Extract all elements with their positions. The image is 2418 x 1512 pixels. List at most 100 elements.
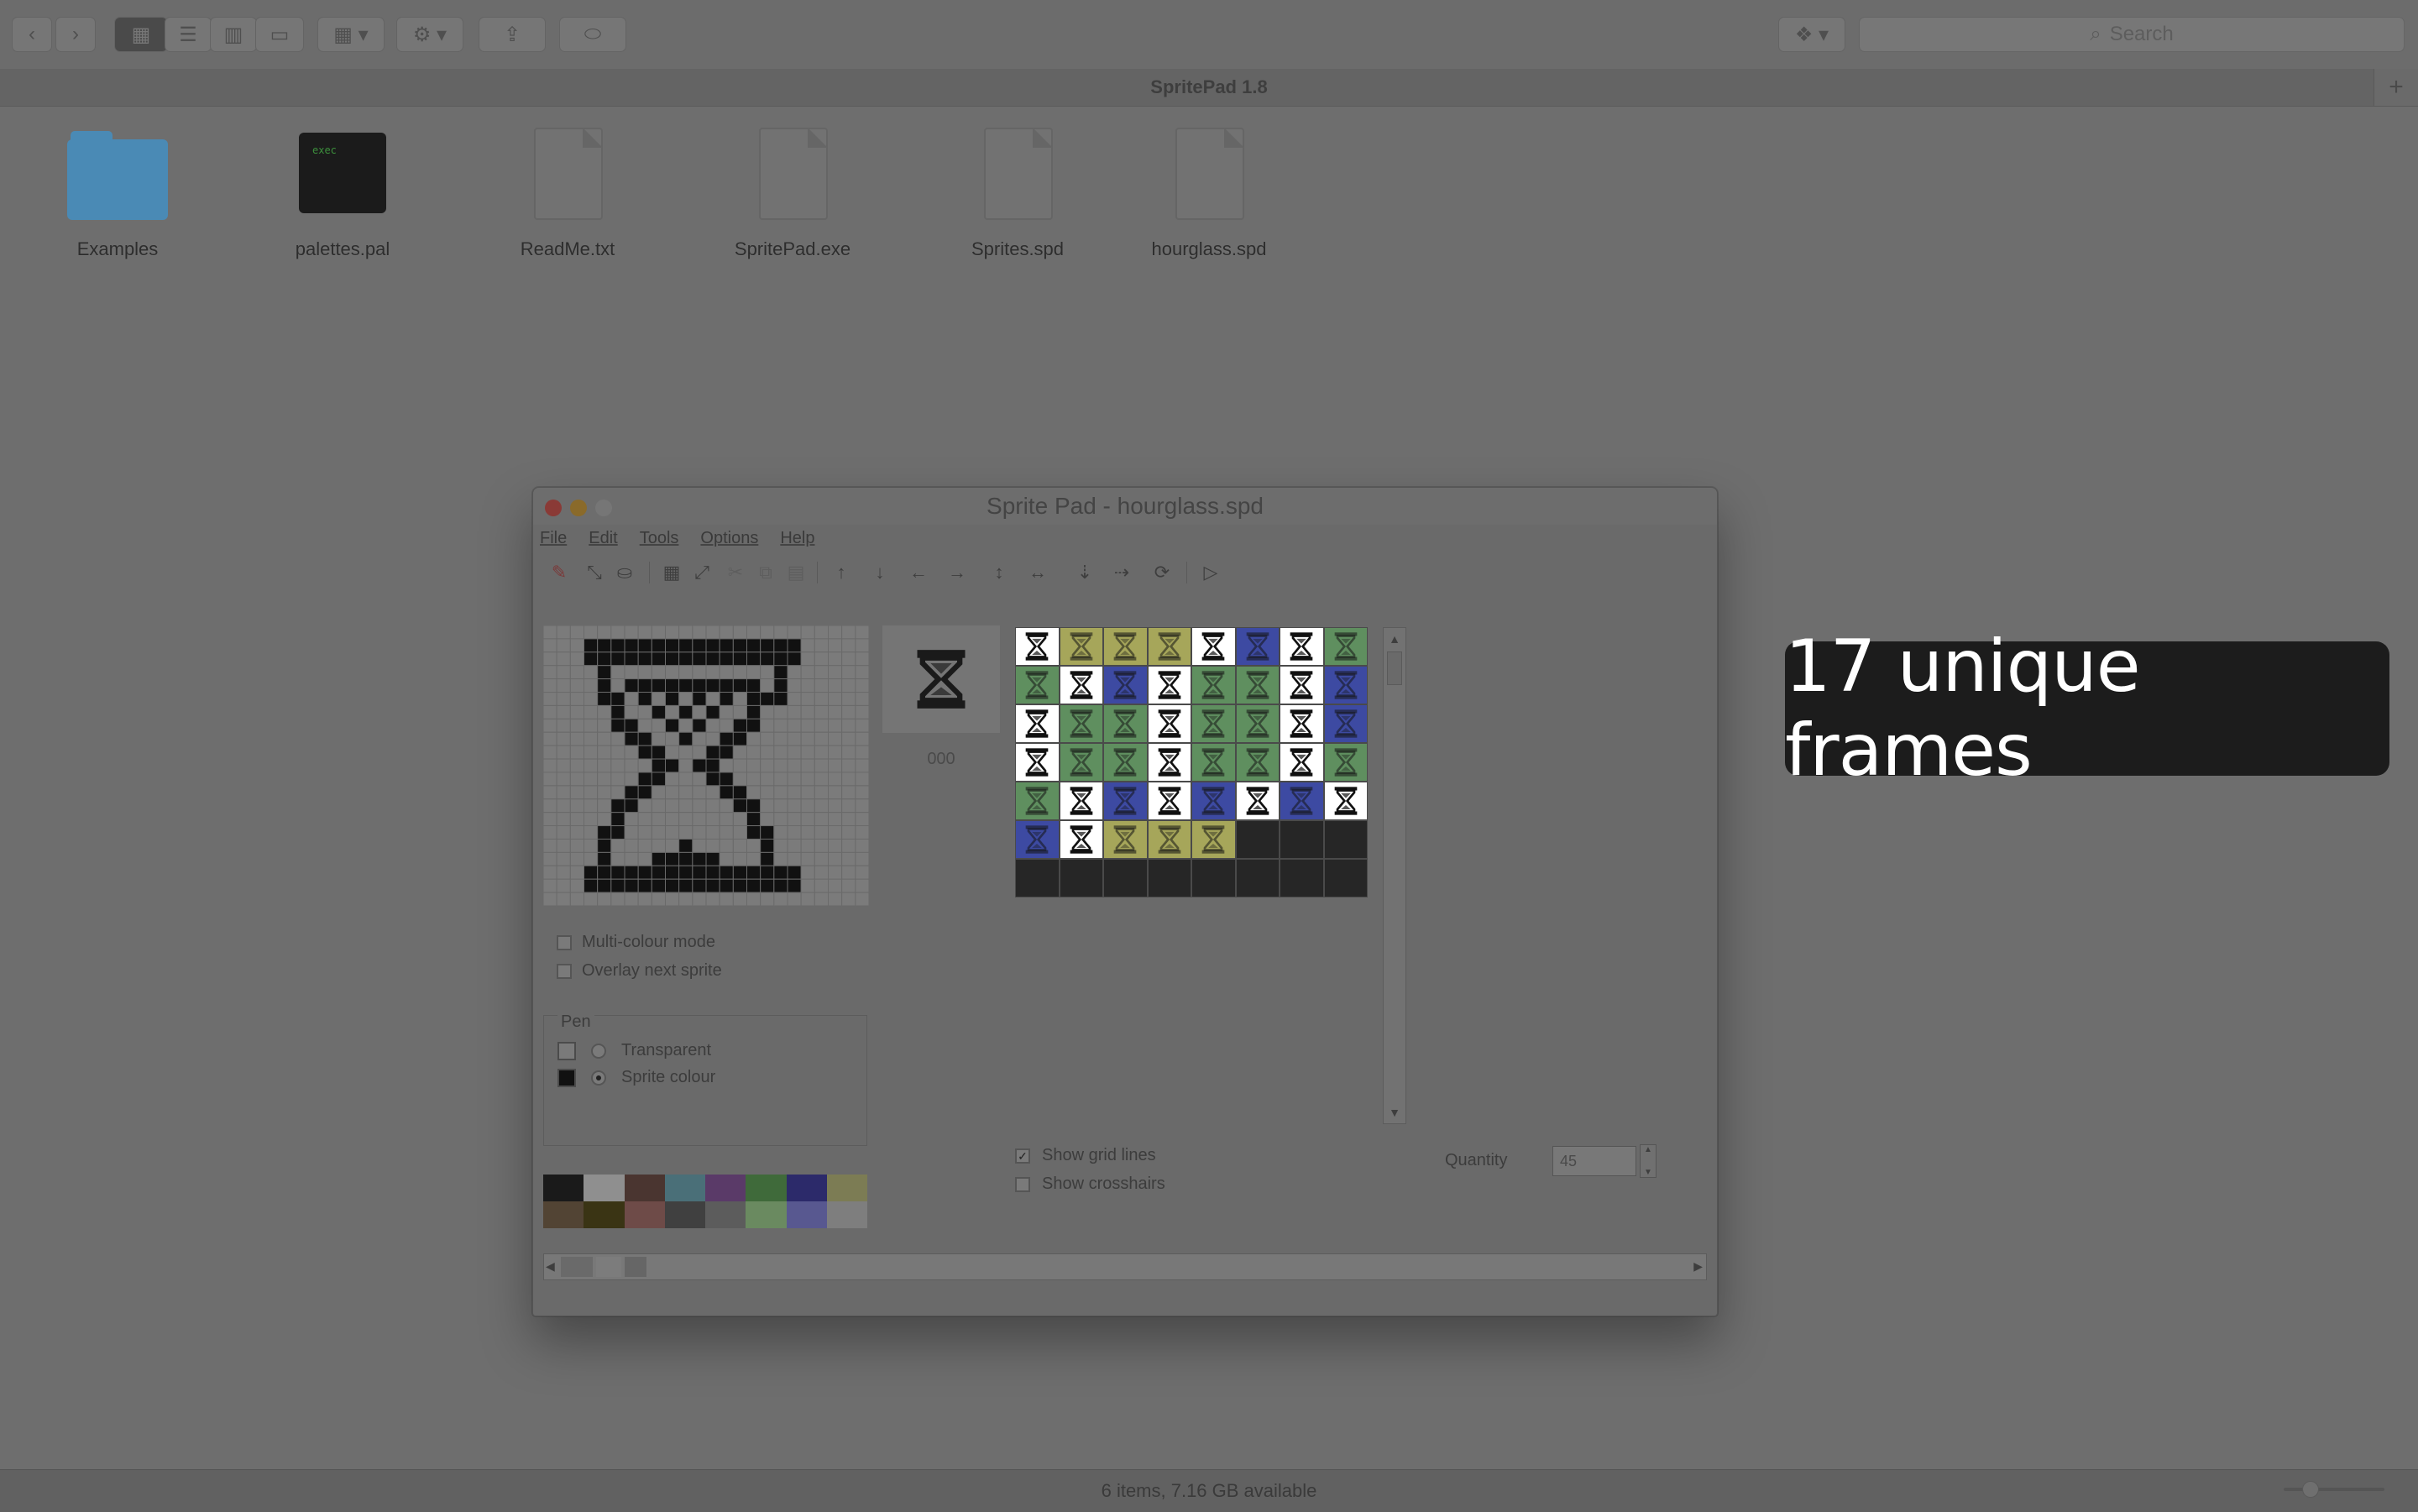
sprite-cell[interactable] bbox=[1191, 704, 1236, 743]
window-titlebar[interactable]: Sprite Pad - hourglass.spd bbox=[533, 488, 1717, 525]
scroll-down-icon[interactable]: ▼ bbox=[1384, 1103, 1405, 1122]
action-button[interactable]: ⚙ ▾ bbox=[396, 17, 463, 52]
stepper-up-icon[interactable]: ▲ bbox=[1644, 1145, 1652, 1154]
sprite-cell[interactable] bbox=[1280, 859, 1324, 897]
copy-button[interactable]: ⧉ bbox=[753, 560, 778, 585]
hscroll-thumb[interactable] bbox=[561, 1257, 593, 1277]
sprite-cell[interactable] bbox=[1323, 782, 1368, 820]
file-item-examples[interactable]: Examples bbox=[34, 124, 202, 260]
sprite-cell[interactable] bbox=[1235, 704, 1280, 743]
palette-swatch[interactable] bbox=[624, 1201, 665, 1228]
shift-up-button[interactable]: ↑ bbox=[829, 560, 854, 585]
palette-swatch[interactable] bbox=[705, 1175, 746, 1201]
icon-size-slider[interactable] bbox=[2284, 1481, 2384, 1498]
sprite-cell[interactable] bbox=[1103, 627, 1148, 666]
sprite-cell[interactable] bbox=[1015, 743, 1060, 782]
show-grid-lines-option[interactable]: ✓ Show grid lines bbox=[1015, 1146, 1156, 1165]
sprite-cell[interactable] bbox=[1235, 859, 1280, 897]
sprite-cell[interactable] bbox=[1323, 743, 1368, 782]
sprite-cell[interactable] bbox=[1235, 782, 1280, 820]
crosshairs-checkbox[interactable] bbox=[1015, 1176, 1030, 1192]
menu-help[interactable]: Help bbox=[780, 529, 814, 548]
transparent-radio[interactable] bbox=[591, 1043, 606, 1059]
multicolour-checkbox[interactable] bbox=[557, 934, 572, 950]
sprite-cell[interactable] bbox=[1280, 743, 1324, 782]
sprite-editor-canvas[interactable] bbox=[543, 625, 869, 906]
palette-swatch[interactable] bbox=[584, 1201, 625, 1228]
sprite-cell[interactable] bbox=[1323, 859, 1368, 897]
sprite-cell[interactable] bbox=[1147, 743, 1191, 782]
sprite-cell[interactable] bbox=[1147, 782, 1191, 820]
sprite-cell[interactable] bbox=[1103, 666, 1148, 704]
select-tool[interactable]: ▦ bbox=[659, 560, 684, 585]
slider-knob[interactable] bbox=[2302, 1481, 2319, 1498]
cut-button[interactable]: ✂ bbox=[723, 560, 748, 585]
line-tool[interactable]: ⤡ bbox=[582, 560, 607, 585]
hscroll-thumb-secondary[interactable] bbox=[625, 1257, 646, 1277]
shift-left-button[interactable]: ← bbox=[906, 560, 931, 585]
sprite-cell[interactable] bbox=[1015, 627, 1060, 666]
palette-swatch[interactable] bbox=[746, 1175, 787, 1201]
back-button[interactable]: ‹ bbox=[12, 17, 52, 52]
sprite-cell[interactable] bbox=[1191, 666, 1236, 704]
sprite-cell[interactable] bbox=[1323, 820, 1368, 859]
sprite-cell[interactable] bbox=[1191, 782, 1236, 820]
pen-transparent-row[interactable]: Transparent bbox=[557, 1041, 711, 1060]
menu-edit[interactable]: Edit bbox=[589, 529, 617, 548]
expand-x-button[interactable]: ⇢ bbox=[1109, 560, 1134, 585]
multicolour-option[interactable]: Multi-colour mode bbox=[557, 933, 715, 952]
palette-swatch[interactable] bbox=[786, 1175, 827, 1201]
file-item-sprites-spd[interactable]: Sprites.spd bbox=[934, 124, 1102, 260]
search-input[interactable]: ⌕ Search bbox=[1859, 17, 2405, 52]
sprite-cell[interactable] bbox=[1015, 859, 1060, 897]
rotate-button[interactable]: ⟳ bbox=[1149, 560, 1175, 585]
sprite-cell[interactable] bbox=[1323, 627, 1368, 666]
sprite-cell[interactable] bbox=[1280, 704, 1324, 743]
menu-tools[interactable]: Tools bbox=[640, 529, 679, 548]
flip-horizontal-button[interactable]: ↔ bbox=[1025, 560, 1050, 585]
menu-options[interactable]: Options bbox=[700, 529, 758, 548]
palette-swatch[interactable] bbox=[584, 1175, 625, 1201]
file-item-readme[interactable]: ReadMe.txt bbox=[484, 124, 652, 260]
sprite-cell[interactable] bbox=[1015, 782, 1060, 820]
sprite-cell[interactable] bbox=[1103, 782, 1148, 820]
quantity-input[interactable]: 45 bbox=[1552, 1146, 1636, 1176]
sprite-cell[interactable] bbox=[1280, 782, 1324, 820]
pen-sprite-colour-row[interactable]: Sprite colour bbox=[557, 1068, 715, 1087]
menu-file[interactable]: File bbox=[540, 529, 567, 548]
share-button[interactable]: ⇪ bbox=[479, 17, 546, 52]
sprite-cell[interactable] bbox=[1059, 704, 1103, 743]
scroll-thumb[interactable] bbox=[1387, 651, 1402, 685]
palette-swatch[interactable] bbox=[826, 1175, 867, 1201]
sprite-cell[interactable] bbox=[1059, 666, 1103, 704]
palette-swatch[interactable] bbox=[746, 1201, 787, 1228]
list-view-button[interactable]: ☰ bbox=[165, 17, 212, 52]
overlay-option[interactable]: Overlay next sprite bbox=[557, 961, 722, 981]
fill-tool[interactable]: ⛀ bbox=[612, 560, 637, 585]
palette-swatch[interactable] bbox=[705, 1201, 746, 1228]
scroll-right-icon[interactable]: ▶ bbox=[1693, 1259, 1703, 1274]
sprite-cell[interactable] bbox=[1015, 820, 1060, 859]
sprite-cell[interactable] bbox=[1235, 666, 1280, 704]
forward-button[interactable]: › bbox=[55, 17, 96, 52]
overlay-checkbox[interactable] bbox=[557, 963, 572, 979]
arrange-button[interactable]: ▦ ▾ bbox=[317, 17, 385, 52]
horizontal-scrollbar[interactable]: ◀ ▶ bbox=[543, 1253, 1707, 1280]
sprite-cell[interactable] bbox=[1147, 820, 1191, 859]
sprite-cell[interactable] bbox=[1147, 627, 1191, 666]
sprite-cell[interactable] bbox=[1147, 666, 1191, 704]
palette-swatch[interactable] bbox=[826, 1201, 867, 1228]
sprite-cell[interactable] bbox=[1280, 820, 1324, 859]
sprite-cell[interactable] bbox=[1323, 704, 1368, 743]
sprite-cell[interactable] bbox=[1191, 743, 1236, 782]
sprite-cell[interactable] bbox=[1059, 820, 1103, 859]
flip-vertical-button[interactable]: ↕ bbox=[987, 560, 1012, 585]
sprite-cell[interactable] bbox=[1059, 782, 1103, 820]
sprite-cell[interactable] bbox=[1191, 859, 1236, 897]
tag-button[interactable]: ⬭ bbox=[559, 17, 626, 52]
sprite-cell[interactable] bbox=[1323, 666, 1368, 704]
grid-lines-checkbox[interactable]: ✓ bbox=[1015, 1148, 1030, 1164]
sprite-sheet-scrollbar[interactable]: ▲ ▼ bbox=[1383, 627, 1406, 1124]
sprite-cell[interactable] bbox=[1235, 627, 1280, 666]
move-tool[interactable]: ⤢ bbox=[689, 560, 714, 585]
